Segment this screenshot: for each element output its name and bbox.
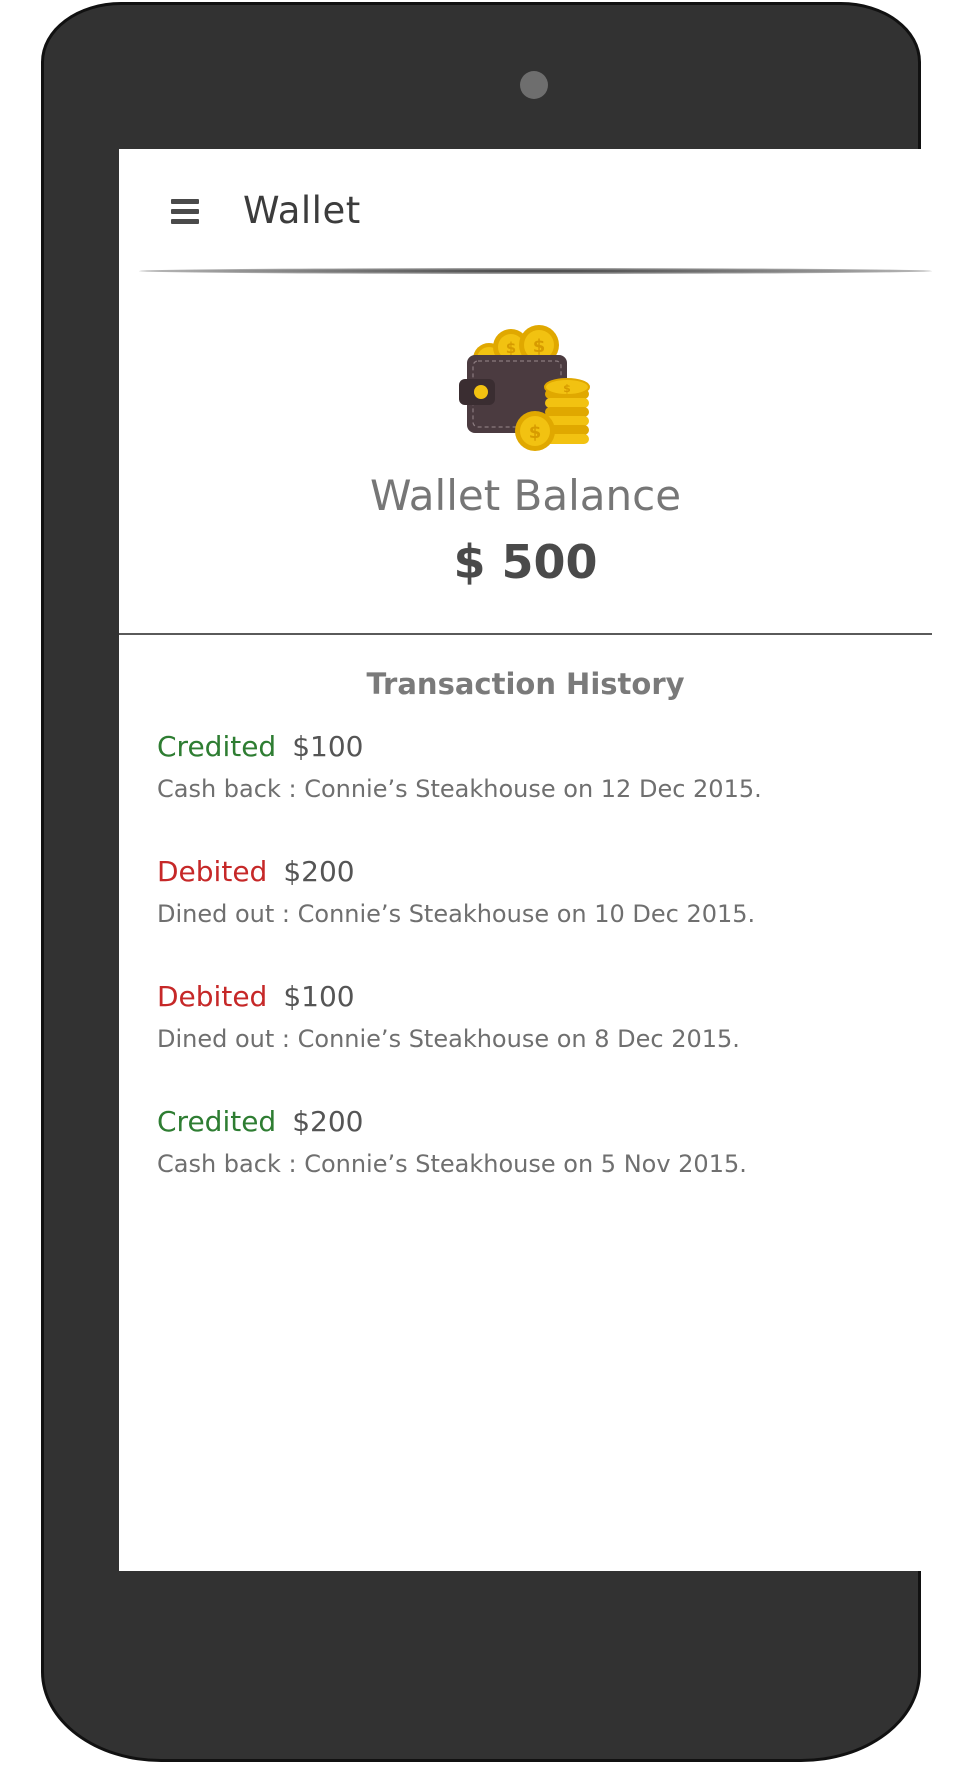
- app-bar: Wallet: [119, 149, 932, 269]
- svg-text:$: $: [529, 422, 542, 443]
- transaction-type: Debited: [157, 980, 268, 1013]
- section-divider: [119, 633, 932, 635]
- transaction-description: Dined out : Connie’s Steakhouse on 10 De…: [157, 900, 756, 928]
- hamburger-menu-icon[interactable]: [171, 199, 199, 225]
- wallet-balance-label: Wallet Balance: [369, 471, 682, 520]
- transaction-item[interactable]: Debited $100 Dined out : Connie’s Steakho…: [157, 979, 897, 1104]
- page-title: Wallet: [243, 189, 361, 232]
- app-bar-shadow: [139, 268, 932, 274]
- front-camera: [520, 71, 548, 99]
- transaction-description: Cash back : Connie’s Steakhouse on 12 De…: [157, 775, 762, 803]
- transaction-header: Credited $100: [157, 729, 897, 765]
- transaction-header: Debited $100: [157, 979, 897, 1015]
- transaction-item[interactable]: Debited $200 Dined out : Connie’s Steakho…: [157, 854, 897, 979]
- svg-text:$: $: [563, 382, 571, 395]
- transaction-type: Credited: [157, 1105, 277, 1138]
- svg-text:$: $: [506, 339, 516, 357]
- transaction-type: Debited: [157, 855, 268, 888]
- svg-text:$: $: [533, 336, 546, 357]
- wallet-balance-amount: $ 500: [453, 535, 598, 589]
- transaction-history-title: Transaction History: [366, 667, 685, 701]
- transaction-amount: $200: [283, 855, 355, 888]
- transaction-item[interactable]: Credited $100 Cash back : Connie’s Steakh…: [157, 729, 897, 854]
- transaction-description: Dined out : Connie’s Steakhouse on 8 Dec…: [157, 1025, 740, 1053]
- app-screen: Wallet $ $ $ $ Wallet Balance $ 500 Tran…: [119, 149, 932, 1571]
- transaction-type: Credited: [157, 730, 277, 763]
- transaction-amount: $200: [292, 1105, 364, 1138]
- phone-frame: Wallet $ $ $ $ Wallet Balance $ 500 Tran…: [41, 2, 932, 1762]
- transaction-item[interactable]: Credited $200 Cash back : Connie’s Steakh…: [157, 1104, 897, 1229]
- wallet-with-coins-icon: $ $ $ $: [459, 325, 590, 451]
- transaction-description: Cash back : Connie’s Steakhouse on 5 Nov…: [157, 1150, 747, 1178]
- transaction-amount: $100: [283, 980, 355, 1013]
- transaction-header: Debited $200: [157, 854, 897, 890]
- transaction-amount: $100: [292, 730, 364, 763]
- transaction-list: Credited $100 Cash back : Connie’s Steakh…: [157, 729, 897, 1229]
- transaction-header: Credited $200: [157, 1104, 897, 1140]
